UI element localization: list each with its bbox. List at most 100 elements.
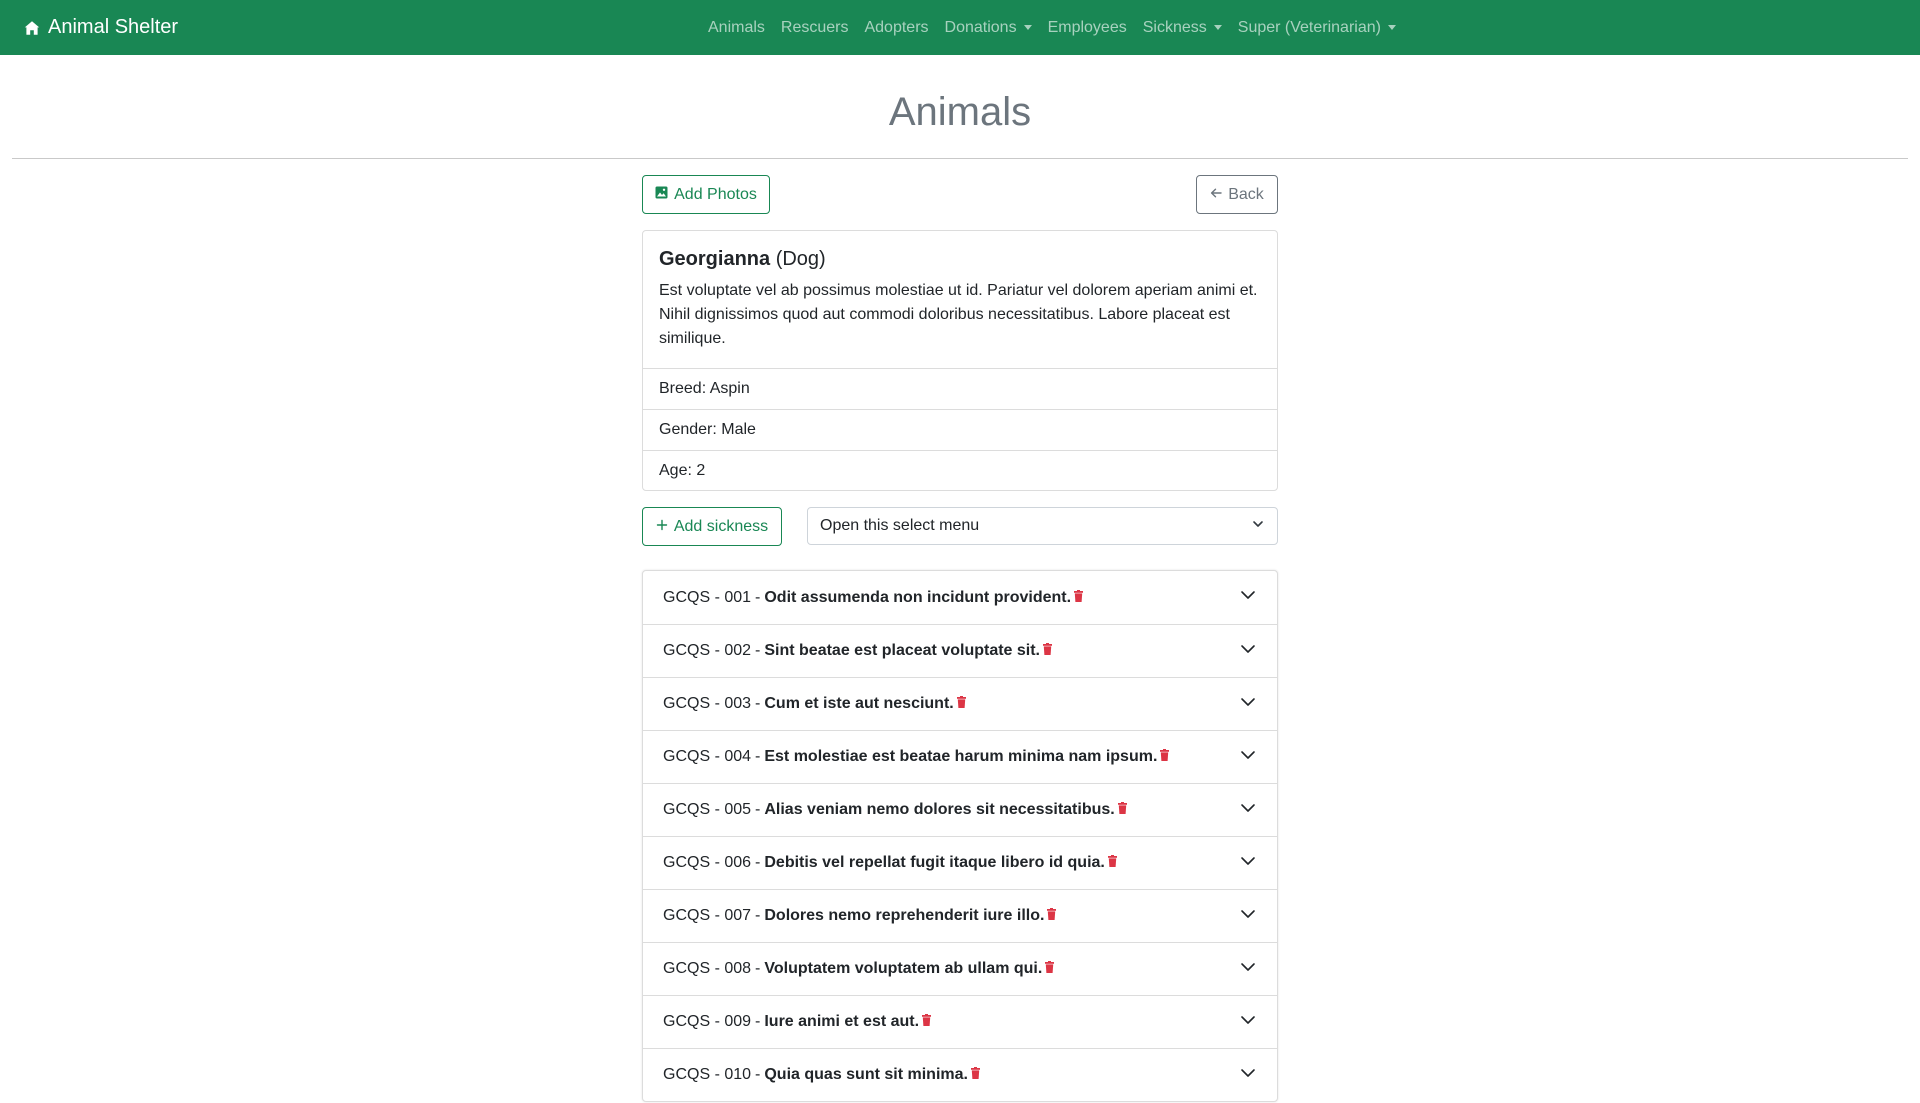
nav-adopters[interactable]: Adopters (856, 19, 936, 37)
animal-heading: Georgianna (Dog) (659, 248, 1261, 271)
sickness-label: GCQS - 003- Cum et iste aut nesciunt. (663, 695, 966, 713)
nav-rescuers[interactable]: Rescuers (773, 19, 857, 37)
sickness-select[interactable]: Open this select menu (807, 507, 1278, 545)
sickness-name: Voluptatem voluptatem ab ullam qui. (764, 960, 1043, 977)
header-divider (12, 158, 1908, 159)
sickness-name: Iure animi et est aut. (764, 1013, 920, 1030)
trash-icon[interactable] (1160, 748, 1170, 766)
chevron-down-icon (1239, 1011, 1257, 1034)
house-icon (24, 20, 40, 36)
sickness-accordion-item[interactable]: GCQS - 009- Iure animi et est aut. (643, 995, 1277, 1048)
nav-employees[interactable]: Employees (1040, 19, 1135, 37)
chevron-down-icon (1239, 746, 1257, 769)
sickness-code: GCQS - 004 (663, 748, 752, 765)
back-button[interactable]: Back (1196, 175, 1278, 214)
nav-label: Employees (1047, 18, 1127, 36)
chevron-down-icon (1239, 640, 1257, 663)
nav-donations-dropdown[interactable]: Donations (937, 19, 1040, 37)
sickness-label: GCQS - 001- Odit assumenda non incidunt p… (663, 588, 1084, 607)
sickness-code: GCQS - 005 (663, 801, 752, 818)
sickness-name: Quia quas sunt sit minima. (764, 1066, 968, 1083)
add-photos-button[interactable]: Add Photos (642, 175, 770, 214)
sickness-label: GCQS - 006- Debitis vel repellat fugit it… (663, 854, 1117, 872)
chevron-down-icon (1239, 693, 1257, 716)
animal-breed: Breed: Aspin (643, 368, 1277, 409)
sickness-name: Sint beatae est placeat voluptate sit. (764, 642, 1040, 659)
chevron-down-icon (1251, 517, 1265, 536)
sickness-code: GCQS - 008 (663, 960, 752, 977)
sickness-separator: - (755, 1013, 761, 1030)
sickness-accordion-item[interactable]: GCQS - 005- Alias veniam nemo dolores sit… (643, 783, 1277, 836)
sickness-accordion-item[interactable]: GCQS - 008- Voluptatem voluptatem ab ulla… (643, 942, 1277, 995)
sickness-name: Alias veniam nemo dolores sit necessitat… (764, 801, 1115, 818)
sickness-separator: - (755, 854, 761, 871)
sickness-label: GCQS - 002- Sint beatae est placeat volup… (663, 642, 1052, 660)
top-navbar: Animal Shelter Animals Rescuers Adopters… (0, 0, 1920, 55)
sickness-label: GCQS - 008- Voluptatem voluptatem ab ulla… (663, 960, 1055, 978)
chevron-down-icon (1239, 905, 1257, 928)
chevron-down-icon (1239, 852, 1257, 875)
sickness-separator: - (755, 960, 761, 977)
sickness-accordion-item[interactable]: GCQS - 003- Cum et iste aut nesciunt. (643, 677, 1277, 730)
sickness-separator: - (755, 588, 761, 606)
nav-label: Rescuers (780, 18, 849, 36)
sickness-code: GCQS - 009 (663, 1013, 752, 1030)
sickness-label: GCQS - 007- Dolores nemo reprehenderit iu… (663, 907, 1057, 925)
sickness-code: GCQS - 006 (663, 854, 752, 871)
animal-description: Est voluptate vel ab possimus molestiae … (659, 282, 1258, 347)
back-label: Back (1228, 185, 1264, 203)
add-photos-label: Add Photos (674, 185, 757, 203)
trash-icon[interactable] (1107, 854, 1117, 872)
sickness-separator: - (755, 642, 761, 659)
brand-label: Animal Shelter (48, 16, 179, 38)
sickness-code: GCQS - 003 (663, 695, 752, 712)
sickness-accordion-item[interactable]: GCQS - 001- Odit assumenda non incidunt p… (643, 571, 1277, 624)
sickness-code: GCQS - 002 (663, 642, 752, 659)
animal-card: Georgianna (Dog) Est voluptate vel ab po… (642, 230, 1278, 491)
sickness-name: Cum et iste aut nesciunt. (764, 695, 954, 712)
sickness-code: GCQS - 010 (663, 1066, 752, 1083)
sickness-name: Est molestiae est beatae harum minima na… (764, 748, 1158, 765)
trash-icon[interactable] (1043, 642, 1052, 660)
animal-name: Georgianna (659, 248, 771, 270)
sickness-label: GCQS - 010- Quia quas sunt sit minima. (663, 1066, 980, 1084)
trash-icon[interactable] (1117, 801, 1127, 819)
nav-sickness-dropdown[interactable]: Sickness (1135, 19, 1230, 37)
plus-icon (656, 518, 668, 536)
trash-icon[interactable] (922, 1013, 932, 1031)
image-icon (655, 186, 668, 204)
sickness-name: Dolores nemo reprehenderit iure illo. (764, 907, 1045, 924)
trash-icon[interactable] (1047, 907, 1057, 925)
brand-link[interactable]: Animal Shelter (24, 0, 178, 55)
sickness-accordion-item[interactable]: GCQS - 010- Quia quas sunt sit minima. (643, 1048, 1277, 1101)
sickness-name: Odit assumenda non incidunt provident. (764, 588, 1072, 606)
sickness-label: GCQS - 009- Iure animi et est aut. (663, 1013, 932, 1031)
sickness-separator: - (755, 1066, 761, 1083)
sickness-label: GCQS - 005- Alias veniam nemo dolores sit… (663, 801, 1127, 819)
sickness-separator: - (755, 748, 761, 765)
sickness-accordion-item[interactable]: GCQS - 006- Debitis vel repellat fugit it… (643, 836, 1277, 889)
trash-icon[interactable] (1074, 589, 1084, 607)
sickness-accordion-item[interactable]: GCQS - 004- Est molestiae est beatae haru… (643, 730, 1277, 783)
sickness-code: GCQS - 001 (663, 588, 752, 606)
trash-icon[interactable] (1045, 960, 1055, 978)
nav-animals[interactable]: Animals (700, 19, 773, 37)
add-sickness-label: Add sickness (673, 517, 769, 535)
chevron-down-icon (1239, 958, 1257, 981)
page-title: Animals (888, 90, 1032, 134)
trash-icon[interactable] (956, 695, 966, 713)
add-sickness-button[interactable]: Add sickness (642, 507, 782, 546)
sickness-accordion-item[interactable]: GCQS - 007- Dolores nemo reprehenderit iu… (643, 889, 1277, 942)
nav-label: Adopters (864, 18, 929, 36)
caret-down-icon (1023, 25, 1032, 30)
sickness-label: GCQS - 004- Est molestiae est beatae haru… (663, 748, 1170, 766)
nav-label: Donations (944, 18, 1017, 36)
chevron-down-icon (1239, 1064, 1257, 1087)
nav-user-dropdown[interactable]: Super (Veterinarian) (1230, 19, 1404, 37)
sickness-accordion-item[interactable]: GCQS - 002- Sint beatae est placeat volup… (643, 624, 1277, 677)
trash-icon[interactable] (970, 1066, 980, 1084)
sickness-select-value: Open this select menu (820, 517, 980, 534)
animal-age: Age: 2 (643, 450, 1277, 491)
nav-label: Sickness (1142, 18, 1207, 36)
animal-card-body: Georgianna (Dog) Est voluptate vel ab po… (643, 231, 1277, 368)
